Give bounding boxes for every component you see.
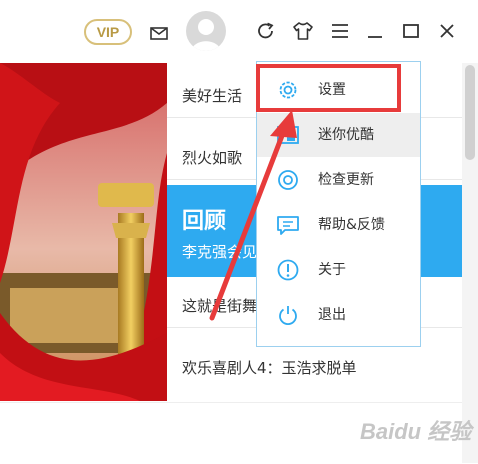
menu-item-help-feedback[interactable]: 帮助&反馈 <box>257 203 420 247</box>
menu-item-about[interactable]: 关于 <box>257 248 420 292</box>
scrollbar-thumb[interactable] <box>465 65 475 160</box>
menu-item-settings[interactable]: 设置 <box>257 68 420 112</box>
menu-item-mini-youku[interactable]: 迷你优酷 <box>257 113 420 157</box>
mini-window-icon <box>276 123 300 151</box>
vip-badge[interactable]: VIP <box>84 19 132 45</box>
avatar[interactable] <box>186 11 226 51</box>
menu-item-label: 设置 <box>318 82 346 98</box>
featured-title: 回顾 <box>182 209 227 234</box>
mail-icon[interactable] <box>150 25 168 44</box>
menu-item-check-update[interactable]: 检查更新 <box>257 158 420 202</box>
menu-item-label: 关于 <box>318 262 346 278</box>
maximize-icon[interactable] <box>402 21 420 45</box>
menu-item-label: 检查更新 <box>318 172 374 188</box>
close-icon[interactable] <box>438 21 456 45</box>
minimize-icon[interactable] <box>366 21 384 45</box>
banner-image[interactable] <box>0 63 167 401</box>
featured-subtitle: 李克强会见 <box>182 243 258 261</box>
menu-item-label: 退出 <box>318 307 346 323</box>
watermark: Baidu 经验 <box>360 419 472 444</box>
title-bar: VIP <box>0 0 478 62</box>
refresh-icon[interactable] <box>256 21 276 45</box>
menu-icon[interactable] <box>330 21 350 45</box>
update-icon <box>276 168 300 196</box>
list-item[interactable]: 欢乐喜剧人4：玉浩求脱单 <box>167 346 462 390</box>
power-icon <box>276 303 300 331</box>
settings-dropdown-menu: 设置 迷你优酷 检查更新 帮助&反馈 关于 退出 <box>256 61 421 347</box>
menu-item-label: 帮助&反馈 <box>318 217 385 233</box>
menu-item-exit[interactable]: 退出 <box>257 293 420 337</box>
info-icon <box>276 258 300 286</box>
chat-icon <box>276 213 300 241</box>
menu-item-label: 迷你优酷 <box>318 127 374 143</box>
scrollbar[interactable] <box>462 63 478 463</box>
skin-icon[interactable] <box>292 21 314 45</box>
gear-icon <box>276 78 300 106</box>
